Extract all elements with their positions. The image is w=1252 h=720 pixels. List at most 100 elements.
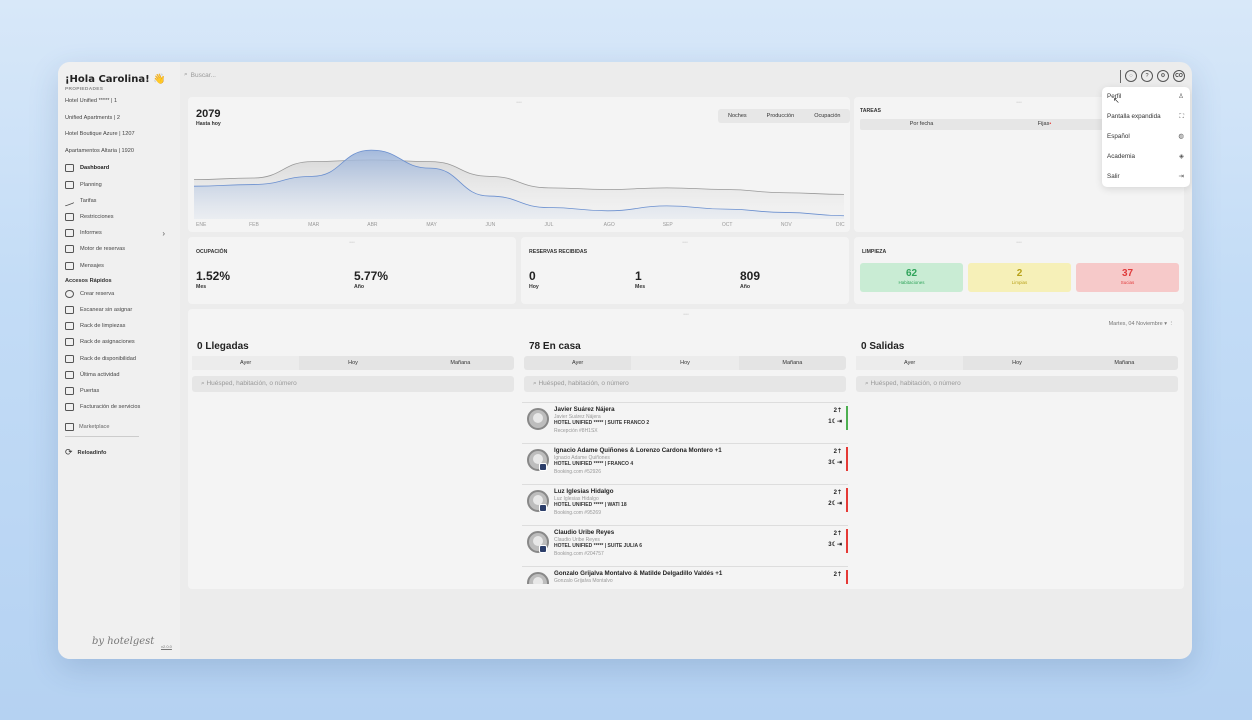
quick-rack-disponibilidad[interactable]: Rack de disponibilidad bbox=[65, 350, 180, 366]
quick-rack-limpiezas[interactable]: Rack de limpiezas bbox=[65, 318, 180, 334]
alert-dot-icon: • bbox=[1049, 121, 1052, 127]
guest-card[interactable]: Gonzalo Grijalva Montalvo & Matilde Delg… bbox=[522, 566, 848, 584]
cleaning-dirty-pill[interactable]: 37 Sucias bbox=[1076, 263, 1179, 292]
nav-mensajes[interactable]: Mensajes bbox=[65, 258, 180, 274]
guest-pax: 2⇡ bbox=[834, 489, 842, 496]
departures-search-input[interactable]: ⌕ Huésped, habitación, o número bbox=[856, 376, 1178, 392]
search-input[interactable]: ⌕ Buscar... bbox=[184, 71, 216, 79]
bookings-month-value: 1 bbox=[635, 269, 642, 283]
tab-noches[interactable]: Noches bbox=[718, 109, 757, 123]
drag-handle-icon[interactable]: ••••• bbox=[349, 240, 354, 244]
arrivals-tabs: Ayer Hoy Mañana bbox=[192, 356, 514, 370]
property-item[interactable]: Hotel Unified ***** | 1 bbox=[65, 93, 180, 110]
cleaning-title: LIMPIEZA bbox=[862, 249, 887, 255]
drag-handle-icon[interactable]: ••••• bbox=[1016, 100, 1021, 104]
cleaning-dirty-label: Sucias bbox=[1120, 280, 1135, 285]
guest-source: Booking.com #52926 bbox=[554, 469, 601, 475]
guest-nights: 2☾⇥ bbox=[828, 500, 842, 507]
tab-por-fecha[interactable]: Por fecha bbox=[860, 119, 983, 130]
mouse-cursor-icon: ↖ bbox=[1113, 96, 1120, 105]
property-item[interactable]: Hotel Boutique Azure | 1207 bbox=[65, 126, 180, 143]
tab-ayer[interactable]: Ayer bbox=[192, 356, 300, 370]
guest-card[interactable]: Javier Suárez Nájera Javier Suárez Nájer… bbox=[522, 402, 848, 442]
nav-planning[interactable]: Planning bbox=[65, 177, 180, 193]
quick-crear-reserva[interactable]: Crear reserva bbox=[65, 286, 180, 302]
bookings-today-label: Hoy bbox=[529, 284, 539, 290]
guest-card[interactable]: Luz Iglesias Hidalgo Luz Iglesias Hidalg… bbox=[522, 484, 848, 524]
nav-tarifas[interactable]: Tarifas bbox=[65, 193, 180, 209]
quick-label: Última actividad bbox=[80, 371, 120, 378]
cleaning-rooms-label: Habitaciones bbox=[898, 280, 925, 285]
quick-ultima-actividad[interactable]: Última actividad bbox=[65, 367, 180, 383]
divider bbox=[1120, 70, 1121, 83]
bookings-today-value: 0 bbox=[529, 269, 536, 283]
expand-icon: ⛶ bbox=[1179, 113, 1184, 120]
inhouse-search-input[interactable]: ⌕ Huésped, habitación, o número bbox=[524, 376, 846, 392]
guest-name: Javier Suárez Nájera bbox=[554, 406, 615, 413]
quick-puertas[interactable]: Puertas bbox=[65, 383, 180, 399]
quick-label: Rack de limpiezas bbox=[80, 323, 126, 330]
nav-restricciones[interactable]: Restricciones bbox=[65, 209, 180, 225]
property-item[interactable]: Apartamentos Altaria | 1920 bbox=[65, 143, 180, 160]
guest-nights: 3☾⇥ bbox=[828, 459, 842, 466]
tab-manana[interactable]: Mañana bbox=[739, 356, 846, 370]
tab-ocupacion[interactable]: Ocupación bbox=[804, 109, 850, 123]
avatar[interactable]: CO bbox=[1173, 70, 1185, 82]
drag-handle-icon[interactable]: ••••• bbox=[1016, 240, 1021, 244]
guest-name: Ignacio Adame Quiñones & Lorenzo Cardona… bbox=[554, 447, 722, 454]
tab-hoy[interactable]: Hoy bbox=[631, 356, 739, 370]
calendar-icon bbox=[65, 180, 74, 189]
message-icon bbox=[65, 261, 74, 270]
settings-icon[interactable]: ⚙ bbox=[1157, 70, 1169, 82]
tab-manana[interactable]: Mañana bbox=[1071, 356, 1178, 370]
tab-manana[interactable]: Mañana bbox=[407, 356, 514, 370]
arrivals-search-input[interactable]: ⌕ Huésped, habitación, o número bbox=[192, 376, 514, 392]
tab-hoy[interactable]: Hoy bbox=[963, 356, 1070, 370]
inhouse-title: 78 En casa bbox=[529, 341, 581, 352]
quick-escanear[interactable]: Escanear sin asignar bbox=[65, 302, 180, 318]
nav-dashboard[interactable]: Dashboard bbox=[65, 160, 180, 176]
inhouse-list: Javier Suárez Nájera Javier Suárez Nájer… bbox=[58, 402, 1192, 584]
menu-item-idioma[interactable]: Español ◍ bbox=[1102, 127, 1190, 147]
tab-fijas[interactable]: Fijas• bbox=[983, 119, 1106, 130]
tab-ayer[interactable]: Ayer bbox=[524, 356, 631, 370]
chevron-right-icon: › bbox=[162, 228, 165, 238]
help-icon[interactable]: ? bbox=[1141, 70, 1153, 82]
status-bar bbox=[846, 406, 848, 430]
guest-card[interactable]: Claudio Uribe Reyes Claudio Uribe Reyes … bbox=[522, 525, 848, 565]
menu-item-academia[interactable]: Academia ◈ bbox=[1102, 147, 1190, 167]
menu-item-salir[interactable]: Salir ⇥ bbox=[1102, 167, 1190, 187]
person-icon: ⇡ bbox=[836, 490, 842, 496]
departures-tabs: Ayer Hoy Mañana bbox=[856, 356, 1178, 370]
person-icon: ⇡ bbox=[836, 449, 842, 455]
nav-motor-reservas[interactable]: Motor de reservas bbox=[65, 241, 180, 257]
quick-rack-asignaciones[interactable]: Rack de asignaciones bbox=[65, 334, 180, 350]
globe-icon: ◍ bbox=[1178, 133, 1184, 140]
drag-handle-icon[interactable]: ••••• bbox=[683, 312, 688, 316]
tab-ayer[interactable]: Ayer bbox=[856, 356, 964, 370]
main-nav: Dashboard Planning Tarifas Restricciones… bbox=[65, 160, 180, 273]
guest-name: Luz Iglesias Hidalgo bbox=[554, 488, 614, 495]
cleaning-clean-pill[interactable]: 2 Limpias bbox=[968, 263, 1071, 292]
more-icon[interactable]: ⋮ bbox=[1169, 321, 1175, 327]
occupancy-year-value: 5.77% bbox=[354, 269, 389, 283]
search-icon: ⌕ bbox=[533, 380, 537, 387]
bookings-year-label: Año bbox=[740, 284, 751, 290]
tab-produccion[interactable]: Producción bbox=[757, 109, 805, 123]
nav-informes[interactable]: Informes › bbox=[65, 225, 180, 241]
person-icon: ⇡ bbox=[836, 408, 842, 414]
departures-search-placeholder: Huésped, habitación, o número bbox=[870, 380, 961, 387]
property-item[interactable]: Unified Apartments | 2 bbox=[65, 110, 180, 127]
menu-item-pantalla-expandida[interactable]: Pantalla expandida ⛶ bbox=[1102, 107, 1190, 127]
nav-label: Restricciones bbox=[80, 214, 114, 221]
guest-card[interactable]: Ignacio Adame Quiñones & Lorenzo Cardona… bbox=[522, 443, 848, 483]
nav-label: Tarifas bbox=[80, 197, 97, 204]
guest-pax: 2⇡ bbox=[834, 530, 842, 537]
cleaning-rooms-pill[interactable]: 62 Habitaciones bbox=[860, 263, 963, 292]
tab-hoy[interactable]: Hoy bbox=[299, 356, 406, 370]
bell-icon[interactable]: ◌ bbox=[1125, 70, 1137, 82]
date-picker[interactable]: Martes, 04 Noviembre ▾ ⋮ bbox=[1109, 321, 1174, 327]
version-label[interactable]: v2.0.0 bbox=[161, 644, 172, 649]
drag-handle-icon[interactable]: ••••• bbox=[682, 240, 687, 244]
checkout-icon: ⇥ bbox=[836, 419, 842, 425]
